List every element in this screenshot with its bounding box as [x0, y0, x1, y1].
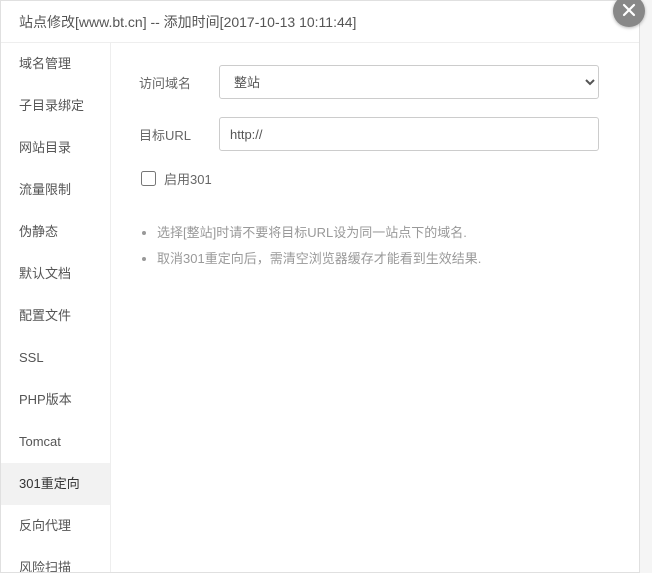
row-target-url: 目标URL	[139, 117, 611, 151]
sidebar-item-0[interactable]: 域名管理	[1, 43, 110, 85]
sidebar-item-6[interactable]: 配置文件	[1, 295, 110, 337]
tip-item: 取消301重定向后，需清空浏览器缓存才能看到生效结果.	[157, 246, 611, 272]
dialog-body: 域名管理子目录绑定网站目录流量限制伪静态默认文档配置文件SSLPHP版本Tomc…	[1, 43, 639, 572]
site-edit-dialog: 站点修改[www.bt.cn] -- 添加时间[2017-10-13 10:11…	[0, 0, 640, 573]
panel-301-redirect: 访问域名 整站 目标URL 启用301 选择[整站]时请不要将目标URL设为同一…	[111, 43, 639, 572]
sidebar-item-10[interactable]: 301重定向	[1, 463, 110, 505]
close-button[interactable]	[613, 0, 645, 27]
tip-item: 选择[整站]时请不要将目标URL设为同一站点下的域名.	[157, 220, 611, 246]
sidebar: 域名管理子目录绑定网站目录流量限制伪静态默认文档配置文件SSLPHP版本Tomc…	[1, 43, 111, 572]
checkbox-enable-301[interactable]	[141, 171, 156, 186]
close-icon	[621, 2, 637, 21]
sidebar-item-11[interactable]: 反向代理	[1, 505, 110, 547]
sidebar-item-7[interactable]: SSL	[1, 337, 110, 379]
tips-list: 选择[整站]时请不要将目标URL设为同一站点下的域名.取消301重定向后，需清空…	[139, 220, 611, 272]
label-enable-301[interactable]: 启用301	[164, 169, 212, 188]
sidebar-item-4[interactable]: 伪静态	[1, 211, 110, 253]
input-target-url[interactable]	[219, 117, 599, 151]
sidebar-item-3[interactable]: 流量限制	[1, 169, 110, 211]
label-access-domain: 访问域名	[139, 73, 219, 92]
sidebar-item-5[interactable]: 默认文档	[1, 253, 110, 295]
select-access-domain[interactable]: 整站	[219, 65, 599, 99]
dialog-title: 站点修改[www.bt.cn] -- 添加时间[2017-10-13 10:11…	[1, 1, 639, 43]
label-target-url: 目标URL	[139, 125, 219, 144]
row-enable-301: 启用301	[141, 169, 611, 188]
sidebar-item-8[interactable]: PHP版本	[1, 379, 110, 421]
sidebar-item-1[interactable]: 子目录绑定	[1, 85, 110, 127]
sidebar-item-2[interactable]: 网站目录	[1, 127, 110, 169]
sidebar-item-9[interactable]: Tomcat	[1, 421, 110, 463]
row-access-domain: 访问域名 整站	[139, 65, 611, 99]
sidebar-item-12[interactable]: 风险扫描	[1, 547, 110, 572]
